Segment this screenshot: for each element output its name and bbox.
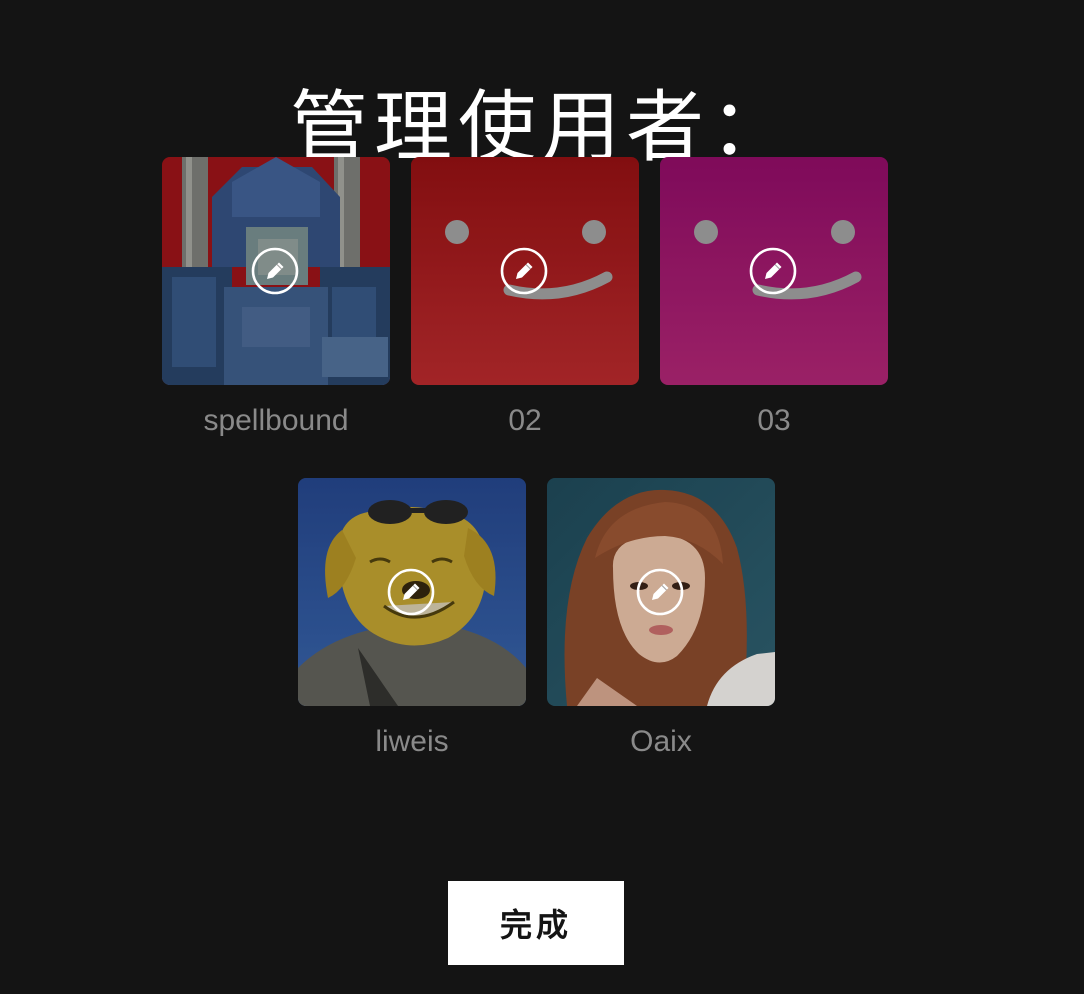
profile-avatar-liweis[interactable] [298,478,526,706]
profile-avatar-02[interactable] [411,157,639,385]
edit-profile-icon[interactable] [635,567,685,617]
pencil-icon [749,247,797,295]
edit-profile-icon[interactable] [748,246,798,296]
pencil-icon [636,568,684,616]
profile-avatar-spellbound[interactable] [162,157,390,385]
profile-name[interactable]: Oaix [507,722,815,762]
edit-profile-icon[interactable] [499,246,549,296]
edit-profile-icon[interactable] [386,567,436,617]
edit-profile-icon[interactable] [250,246,300,296]
pencil-icon [387,568,435,616]
profile-avatar-03[interactable] [660,157,888,385]
pencil-icon [251,247,299,295]
done-button[interactable]: 完成 [448,881,624,965]
profile-name[interactable]: 03 [620,401,928,441]
profile-avatar-oaix[interactable] [547,478,775,706]
pencil-icon [500,247,548,295]
